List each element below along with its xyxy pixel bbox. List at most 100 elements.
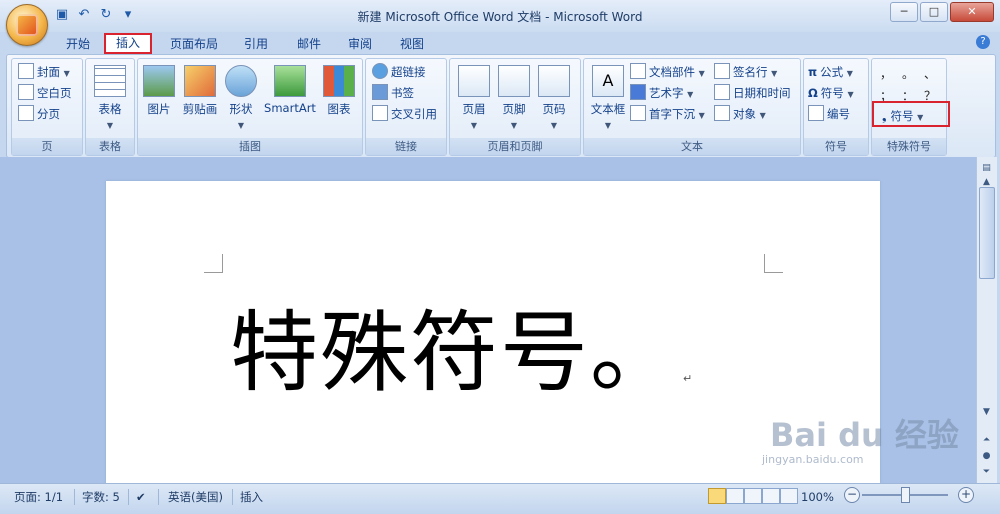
numbering-button[interactable]: 编号: [808, 105, 850, 123]
drop-cap-button[interactable]: 首字下沉 ▼: [630, 105, 705, 123]
symbol-button[interactable]: Ω 符号 ▼: [808, 84, 854, 102]
group-label-pages: 页: [12, 138, 82, 155]
cover-page-icon: [18, 63, 34, 79]
object-button[interactable]: 对象 ▼: [714, 105, 766, 123]
prev-page-icon[interactable]: ⏶: [979, 433, 994, 447]
tab-home[interactable]: 开始: [66, 35, 90, 54]
status-divider: [232, 489, 233, 505]
hyperlink-button[interactable]: 超链接: [372, 63, 426, 81]
group-header-footer: 页眉 ▼ 页脚 ▼ 页码 ▼ 页眉和页脚: [449, 58, 581, 156]
wordart-button[interactable]: 艺术字 ▼: [630, 84, 693, 102]
clip-art-icon: [184, 65, 216, 97]
quick-parts-icon: [630, 63, 646, 79]
group-illustrations: 图片 剪贴画 形状 ▼ SmartArt 图表 插图: [137, 58, 363, 156]
group-label-symbols: 符号: [804, 138, 868, 155]
paragraph-mark-icon: ↵: [683, 372, 693, 385]
special-symbol-highlight: [872, 101, 950, 127]
ribbon: 封面 ▼ 空白页 分页 页 表格 ▼ 表格 图片 剪贴画 形状 ▼ SmartArt…: [6, 54, 996, 158]
group-tables: 表格 ▼ 表格: [85, 58, 135, 156]
tab-insert[interactable]: 插入: [104, 33, 153, 54]
tab-mailings[interactable]: 邮件: [297, 35, 321, 54]
zoom-level[interactable]: 100%: [801, 488, 834, 506]
watermark-brand: Bai du 经验: [770, 416, 959, 454]
full-screen-reading-view-button[interactable]: [726, 488, 744, 504]
enumeration-comma-symbol[interactable]: 、: [924, 65, 936, 82]
drop-cap-icon: [630, 105, 646, 121]
outline-view-button[interactable]: [762, 488, 780, 504]
bookmark-button[interactable]: 书签: [372, 84, 414, 102]
comma-symbol[interactable]: ，: [880, 65, 892, 82]
clip-art-button[interactable]: 剪贴画: [180, 65, 220, 117]
page-number-icon: [538, 65, 570, 97]
blank-page-button[interactable]: 空白页: [18, 84, 72, 102]
office-button[interactable]: [6, 4, 48, 46]
status-divider: [128, 489, 129, 505]
language-indicator[interactable]: 英语(美国): [168, 488, 223, 506]
smartart-button[interactable]: SmartArt: [262, 65, 318, 115]
period-symbol[interactable]: 。: [902, 65, 914, 82]
draft-view-button[interactable]: [780, 488, 798, 504]
signature-line-icon: [714, 63, 730, 79]
signature-line-button[interactable]: 签名行 ▼: [714, 63, 777, 81]
footer-button[interactable]: 页脚 ▼: [496, 65, 532, 131]
group-pages: 封面 ▼ 空白页 分页 页: [11, 58, 83, 156]
picture-button[interactable]: 图片: [142, 65, 176, 117]
group-symbols: π 公式 ▼ Ω 符号 ▼ 编号 符号: [803, 58, 869, 156]
pi-icon: π: [808, 65, 818, 79]
web-layout-view-button[interactable]: [744, 488, 762, 504]
page-break-button[interactable]: 分页: [18, 105, 60, 123]
close-button[interactable]: ✕: [950, 2, 994, 22]
group-label-tables: 表格: [86, 138, 134, 155]
minimize-button[interactable]: ─: [890, 2, 918, 22]
vertical-scrollbar[interactable]: ▤ ▲ ▼ ⏶ ● ⏷: [976, 157, 997, 483]
document-text[interactable]: 特殊符号。: [230, 282, 680, 409]
date-time-icon: [714, 84, 730, 100]
shapes-button[interactable]: 形状 ▼: [224, 65, 258, 131]
wordart-icon: [630, 84, 646, 100]
browse-object-icon[interactable]: ●: [979, 449, 994, 463]
group-links: 超链接 书签 交叉引用 链接: [365, 58, 447, 156]
title-bar: ▣ ↶ ↻ ▾ 新建 Microsoft Office Word 文档 - Mi…: [0, 0, 1000, 46]
insert-mode-indicator[interactable]: 插入: [240, 488, 263, 506]
table-button[interactable]: 表格 ▼: [92, 65, 128, 131]
cross-reference-button[interactable]: 交叉引用: [372, 105, 437, 123]
text-box-button[interactable]: A 文本框 ▼: [588, 65, 628, 131]
status-divider: [74, 489, 75, 505]
page-break-icon: [18, 105, 34, 121]
page-number-button[interactable]: 页码 ▼: [536, 65, 572, 131]
date-time-button[interactable]: 日期和时间: [714, 84, 791, 102]
text-box-icon: A: [592, 65, 624, 97]
numbering-icon: [808, 105, 824, 121]
table-icon: [94, 65, 126, 97]
chart-icon: [323, 65, 355, 97]
object-icon: [714, 105, 730, 121]
quick-parts-button[interactable]: 文档部件 ▼: [630, 63, 705, 81]
cover-page-button[interactable]: 封面 ▼: [18, 63, 70, 81]
help-icon[interactable]: ?: [976, 35, 990, 49]
maximize-button[interactable]: □: [920, 2, 948, 22]
chart-button[interactable]: 图表: [322, 65, 356, 117]
scroll-thumb[interactable]: [979, 187, 995, 279]
print-layout-view-button[interactable]: [708, 488, 726, 504]
page-count[interactable]: 页面: 1/1: [14, 488, 63, 506]
zoom-slider-thumb[interactable]: [901, 487, 910, 503]
bookmark-icon: [372, 84, 388, 100]
blank-page-icon: [18, 84, 34, 100]
proofing-icon[interactable]: ✔: [136, 488, 146, 506]
zoom-in-button[interactable]: +: [958, 487, 974, 503]
omega-icon: Ω: [808, 86, 818, 100]
word-count[interactable]: 字数: 5: [82, 488, 120, 506]
equation-button[interactable]: π 公式 ▼: [808, 63, 853, 81]
header-button[interactable]: 页眉 ▼: [456, 65, 492, 131]
zoom-out-button[interactable]: −: [844, 487, 860, 503]
group-label-text: 文本: [584, 138, 800, 155]
tab-view[interactable]: 视图: [400, 35, 424, 54]
tab-references[interactable]: 引用: [244, 35, 268, 54]
next-page-icon[interactable]: ⏷: [979, 465, 994, 479]
ruler-toggle-icon[interactable]: ▤: [979, 161, 994, 175]
tab-page-layout[interactable]: 页面布局: [170, 35, 218, 54]
window-title: 新建 Microsoft Office Word 文档 - Microsoft …: [357, 10, 643, 24]
group-label-special-symbols: 特殊符号: [872, 138, 946, 155]
tab-review[interactable]: 审阅: [348, 35, 372, 54]
scroll-down-icon[interactable]: ▼: [979, 405, 994, 419]
